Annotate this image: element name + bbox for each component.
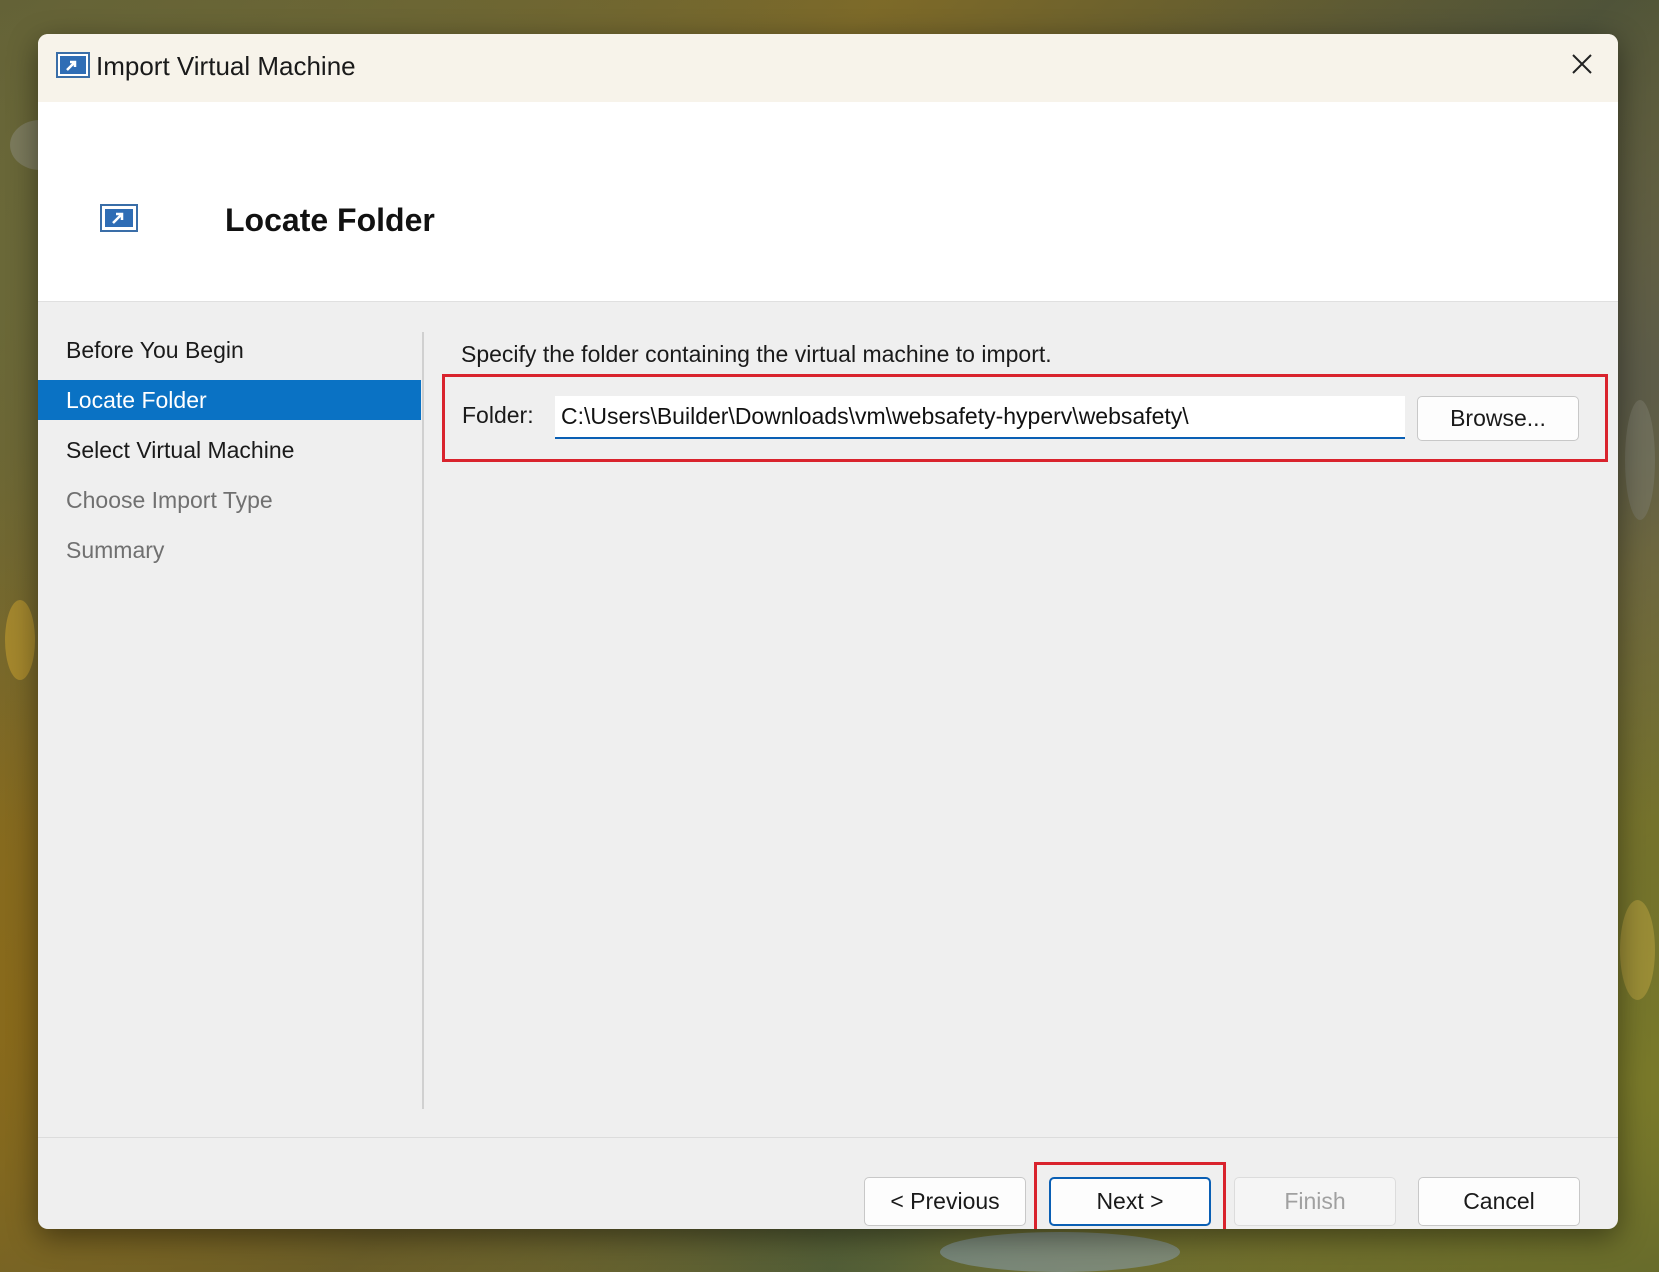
browse-button[interactable]: Browse... [1417,396,1579,441]
page-header: Locate Folder [38,102,1618,302]
footer-divider [38,1137,1618,1138]
cancel-button[interactable]: Cancel [1418,1177,1580,1226]
next-button[interactable]: Next > [1049,1177,1211,1226]
previous-button[interactable]: < Previous [864,1177,1026,1226]
title-bar: Import Virtual Machine [38,34,1618,102]
folder-label: Folder: [462,402,534,428]
close-button[interactable] [1560,44,1604,88]
import-vm-icon [100,204,138,234]
finish-button: Finish [1234,1177,1396,1226]
import-vm-dialog: Import Virtual Machine Locate Folder Bef… [38,34,1618,1229]
close-icon [1570,52,1594,80]
nav-item-locate-folder[interactable]: Locate Folder [38,380,421,420]
nav-item-summary: Summary [66,537,165,563]
import-vm-icon [56,52,90,80]
instruction-text: Specify the folder containing the virtua… [461,341,1052,367]
page-title: Locate Folder [225,202,435,238]
nav-item-choose-import-type: Choose Import Type [66,487,273,513]
nav-divider [422,332,424,1109]
nav-item-select-virtual-machine[interactable]: Select Virtual Machine [38,430,421,470]
wizard-steps-nav: Before You Begin Locate Folder Select Vi… [38,302,424,1112]
folder-path-input[interactable] [555,396,1405,439]
window-title: Import Virtual Machine [96,51,356,81]
nav-item-before-you-begin[interactable]: Before You Begin [38,330,421,370]
